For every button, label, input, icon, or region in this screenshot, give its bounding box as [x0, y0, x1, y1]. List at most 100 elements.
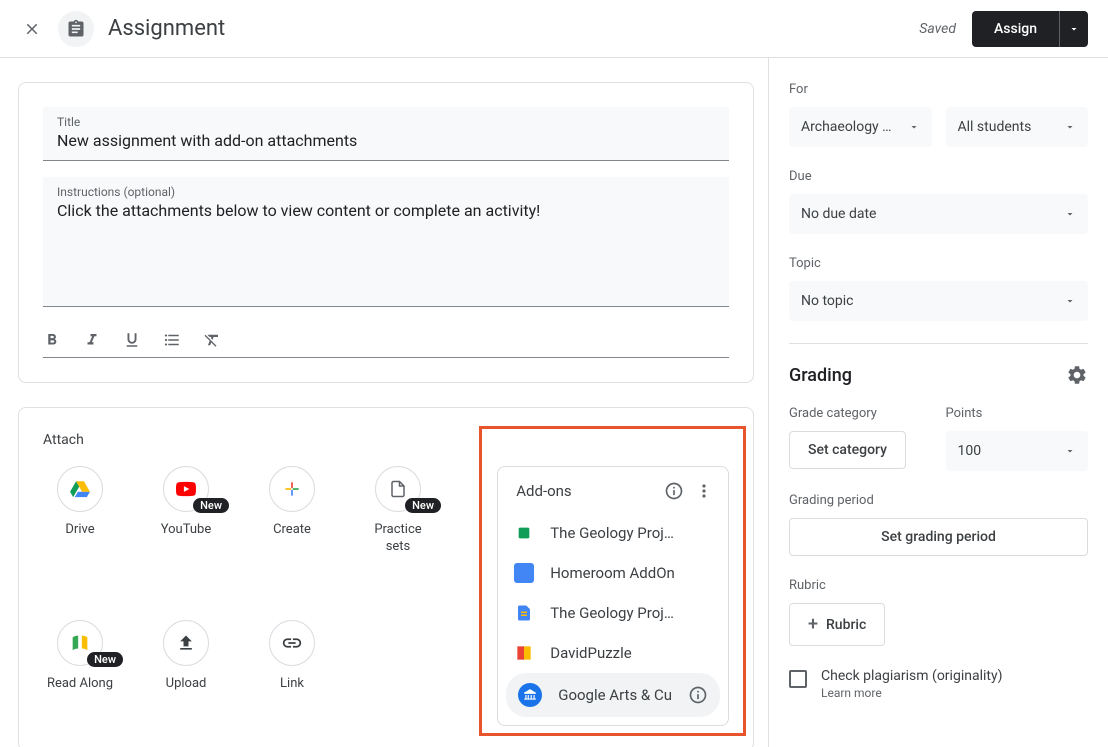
- addon-name: The Geology Proj…: [550, 604, 712, 622]
- caret-down-icon: [1064, 121, 1076, 133]
- youtube-icon: [173, 479, 199, 499]
- main-column: Title New assignment with add-on attachm…: [0, 58, 768, 747]
- addons-title: Add-ons: [516, 482, 654, 500]
- points-selector[interactable]: 100: [946, 431, 1089, 471]
- grading-header: Grading: [789, 364, 1088, 386]
- instructions-field[interactable]: Instructions (optional) Click the attach…: [43, 177, 729, 307]
- new-badge: New: [193, 498, 229, 513]
- due-selector[interactable]: No due date: [789, 194, 1088, 234]
- rubric-button[interactable]: + Rubric: [789, 603, 885, 646]
- close-icon: [23, 20, 41, 38]
- more-vert-icon[interactable]: [694, 481, 714, 501]
- underline-button[interactable]: [123, 331, 141, 349]
- clear-format-button[interactable]: [203, 331, 221, 349]
- addon-name: Homeroom AddOn: [550, 564, 712, 582]
- attach-youtube-label: YouTube: [161, 522, 212, 539]
- upload-icon: [176, 633, 196, 653]
- category-points-section: Grade category Set category Points 100: [789, 406, 1088, 471]
- book-icon: [69, 632, 91, 654]
- students-selector[interactable]: All students: [946, 107, 1089, 147]
- topic-value: No topic: [801, 293, 853, 309]
- attach-youtube[interactable]: New YouTube: [149, 466, 223, 588]
- attach-drive-label: Drive: [65, 522, 94, 539]
- italic-button[interactable]: [83, 331, 101, 349]
- learn-more-link[interactable]: Learn more: [821, 686, 1002, 700]
- info-icon[interactable]: [688, 685, 708, 705]
- app-header: Assignment Saved Assign: [0, 0, 1108, 58]
- plus-icon: +: [808, 614, 818, 635]
- assignment-icon: [58, 11, 94, 47]
- caret-down-icon: [1064, 295, 1076, 307]
- addon-item-geology-1[interactable]: The Geology Proj…: [498, 513, 728, 553]
- new-badge: New: [87, 652, 123, 667]
- saved-indicator: Saved: [919, 21, 956, 37]
- addon-item-geology-2[interactable]: The Geology Proj…: [498, 593, 728, 633]
- caret-down-icon: [1064, 445, 1076, 457]
- set-grading-period-button[interactable]: Set grading period: [789, 518, 1088, 556]
- attach-upload-label: Upload: [166, 676, 207, 693]
- rubric-section: Rubric + Rubric: [789, 578, 1088, 646]
- plagiarism-label: Check plagiarism (originality): [821, 668, 1002, 684]
- close-button[interactable]: [20, 17, 44, 41]
- attach-row: Drive New YouTube Create: [43, 466, 729, 726]
- addon-name: The Geology Proj…: [550, 524, 712, 542]
- caret-down-icon: [1068, 23, 1080, 35]
- rubric-label: Rubric: [789, 578, 1088, 593]
- bold-button[interactable]: [43, 331, 61, 349]
- title-field[interactable]: Title New assignment with add-on attachm…: [43, 107, 729, 161]
- period-label: Grading period: [789, 493, 1088, 508]
- addon-item-davidpuzzle[interactable]: DavidPuzzle: [498, 633, 728, 673]
- addons-panel: Add-ons The Geology Proj… Homeroom AddOn: [497, 466, 729, 726]
- addon-arts-icon: [523, 688, 537, 702]
- attach-create[interactable]: Create: [255, 466, 329, 588]
- document-icon: [389, 478, 407, 500]
- title-value: New assignment with add-on attachments: [57, 131, 715, 150]
- addon-puzzle-icon: [514, 643, 534, 663]
- class-selector[interactable]: Archaeology …: [789, 107, 932, 147]
- grading-title: Grading: [789, 365, 852, 386]
- settings-icon[interactable]: [1066, 364, 1088, 386]
- rubric-btn-label: Rubric: [826, 617, 866, 633]
- plagiarism-checkbox[interactable]: [789, 670, 807, 688]
- addon-name: Google Arts & Cu: [558, 686, 672, 704]
- instructions-value: Click the attachments below to view cont…: [57, 201, 715, 220]
- drive-icon: [69, 478, 91, 500]
- attach-drive[interactable]: Drive: [43, 466, 117, 588]
- addon-name: DavidPuzzle: [550, 644, 712, 662]
- plagiarism-row: Check plagiarism (originality) Learn mor…: [789, 668, 1088, 700]
- addon-item-homeroom[interactable]: Homeroom AddOn: [498, 553, 728, 593]
- attach-link-label: Link: [280, 676, 304, 693]
- link-icon: [281, 632, 303, 654]
- assign-dropdown-button[interactable]: [1059, 11, 1088, 47]
- divider: [789, 343, 1088, 344]
- attach-link[interactable]: Link: [255, 620, 329, 726]
- main-layout: Title New assignment with add-on attachm…: [0, 58, 1108, 747]
- attach-upload[interactable]: Upload: [149, 620, 223, 726]
- header-right: Saved Assign: [919, 11, 1088, 47]
- bullet-list-button[interactable]: [163, 331, 181, 349]
- sidebar: For Archaeology … All students Due No du…: [768, 58, 1108, 747]
- attach-read-along-label: Read Along: [47, 676, 113, 693]
- topic-section: Topic No topic: [789, 256, 1088, 321]
- assignment-form-card: Title New assignment with add-on attachm…: [18, 82, 754, 383]
- for-section: For Archaeology … All students: [789, 82, 1088, 147]
- assign-button[interactable]: Assign: [972, 11, 1059, 47]
- points-label: Points: [946, 406, 1089, 421]
- attach-grid: Drive New YouTube Create: [43, 466, 457, 726]
- addon-item-arts-culture[interactable]: Google Arts & Cu: [506, 673, 720, 717]
- attach-read-along[interactable]: New Read Along: [43, 620, 117, 726]
- attach-practice-label: Practice sets: [361, 522, 435, 556]
- caret-down-icon: [908, 121, 920, 133]
- title-label: Title: [57, 115, 715, 129]
- due-value: No due date: [801, 206, 876, 222]
- addons-list[interactable]: The Geology Proj… Homeroom AddOn The Geo…: [498, 513, 728, 725]
- set-category-button[interactable]: Set category: [789, 431, 906, 469]
- attach-title: Attach: [43, 432, 729, 448]
- info-icon[interactable]: [664, 481, 684, 501]
- topic-label: Topic: [789, 256, 1088, 271]
- assign-button-group: Assign: [972, 11, 1088, 47]
- attach-practice-sets[interactable]: New Practice sets: [361, 466, 435, 588]
- addon-geology-icon: [516, 525, 532, 541]
- topic-selector[interactable]: No topic: [789, 281, 1088, 321]
- due-label: Due: [789, 169, 1088, 184]
